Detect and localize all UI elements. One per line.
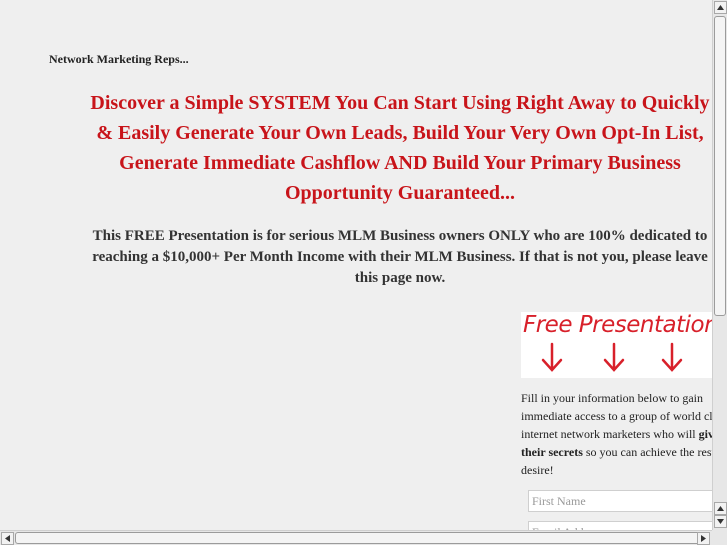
free-presentation-banner: Free Presentation <box>521 312 712 378</box>
chevron-up-icon <box>717 506 724 511</box>
vertical-scroll-thumb[interactable] <box>714 16 726 316</box>
down-arrow-icon <box>603 342 625 372</box>
scroll-down-button[interactable] <box>714 515 727 528</box>
first-name-field[interactable]: First Name <box>528 490 712 512</box>
optin-description: Fill in your information below to gain i… <box>521 389 712 479</box>
vertical-scrollbar[interactable] <box>712 0 727 530</box>
description-text: internet network marketers who will <box>521 427 699 441</box>
down-arrow-icon <box>541 342 563 372</box>
headline-line: Opportunity Guaranteed... <box>284 182 516 204</box>
subheadline-line: this page now. <box>354 270 446 286</box>
description-line: immediate access to a group of world cla… <box>521 409 712 423</box>
description-emphasis: give <box>698 427 712 441</box>
scroll-up-button[interactable] <box>714 1 727 14</box>
subheadline-line: reaching a $10,000+ Per Month Income wit… <box>92 249 708 265</box>
scroll-right-button[interactable] <box>697 532 710 545</box>
chevron-up-icon <box>717 5 724 10</box>
email-field[interactable]: Email Address <box>528 521 712 530</box>
chevron-down-icon <box>717 519 724 524</box>
chevron-left-icon <box>5 535 10 542</box>
headline: Discover a Simple SYSTEM You Can Start U… <box>40 88 712 208</box>
down-arrow-icon <box>661 342 683 372</box>
description-emphasis: their secrets <box>521 445 583 459</box>
headline-line: Discover a Simple SYSTEM You Can Start U… <box>90 92 710 114</box>
kicker-text: Network Marketing Reps... <box>49 52 189 66</box>
description-line: internet network marketers who will give <box>521 425 712 443</box>
chevron-right-icon <box>701 535 706 542</box>
headline-line: & Easily Generate Your Own Leads, Build … <box>96 122 704 144</box>
horizontal-scroll-thumb[interactable] <box>15 532 705 544</box>
description-line: Fill in your information below to gain <box>521 391 703 405</box>
page-viewport: Network Marketing Reps... Discover a Sim… <box>0 0 712 530</box>
scrollbar-corner <box>712 530 727 545</box>
scroll-left-button[interactable] <box>1 532 14 545</box>
subheadline: This FREE Presentation is for serious ML… <box>40 226 712 289</box>
horizontal-scrollbar[interactable] <box>0 530 712 545</box>
description-line: desire! <box>521 463 554 477</box>
scroll-up-button-lower[interactable] <box>714 502 727 515</box>
description-text: so you can achieve the results you <box>585 445 712 459</box>
subheadline-line: This FREE Presentation is for serious ML… <box>92 228 708 244</box>
banner-title: Free Presentation <box>523 312 712 338</box>
headline-line: Generate Immediate Cashflow AND Build Yo… <box>119 152 681 174</box>
description-line: their secrets so you can achieve the res… <box>521 443 712 461</box>
